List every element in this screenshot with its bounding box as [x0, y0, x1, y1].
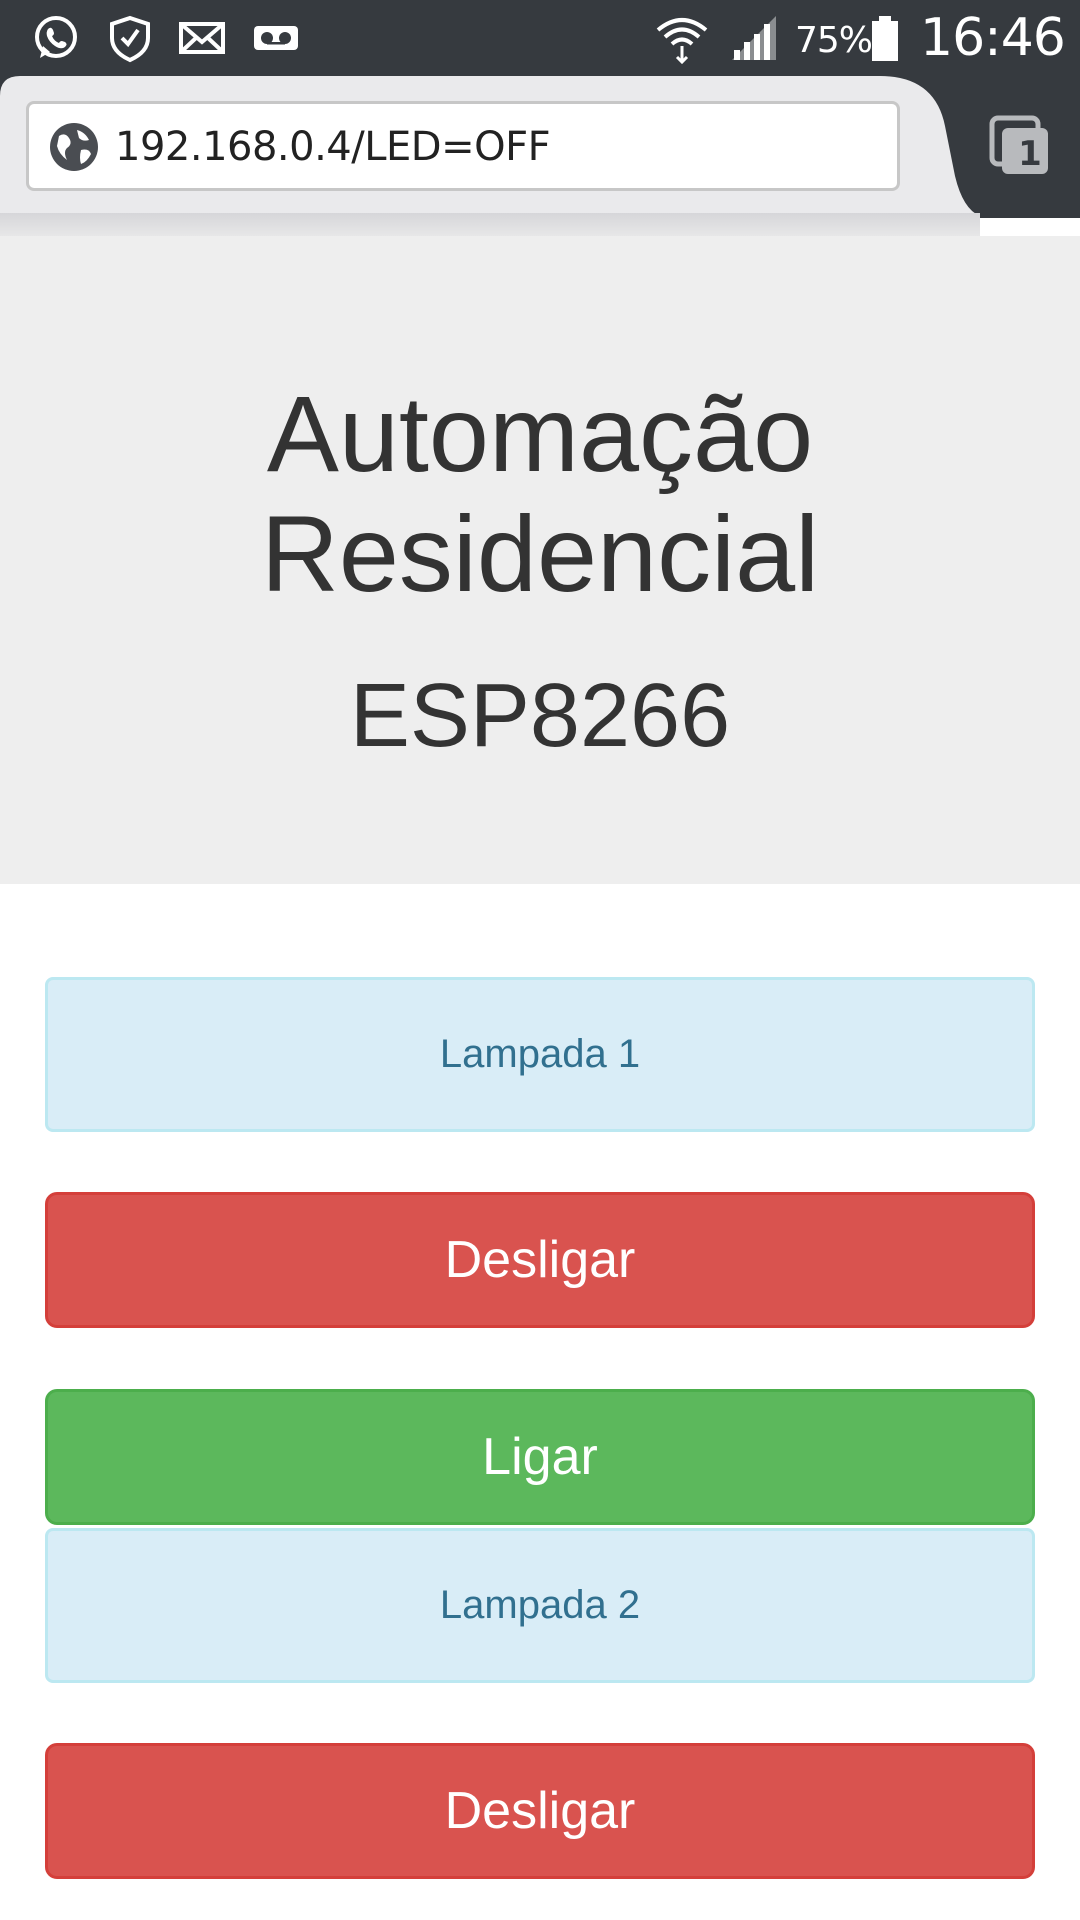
mail-icon	[179, 22, 225, 54]
shield-icon	[110, 15, 150, 63]
wifi-icon	[656, 18, 708, 64]
voicemail-icon	[254, 26, 298, 50]
tab-switcher-button[interactable]: 1	[988, 114, 1052, 178]
status-bar: 75% 16:46	[0, 0, 1080, 76]
url-bar[interactable]: 192.168.0.4/LED=OFF	[26, 101, 900, 191]
page-title: Automação Residencial	[0, 374, 1080, 614]
url-text: 192.168.0.4/LED=OFF	[115, 124, 551, 170]
section-label-lampada-1: Lampada 1	[45, 977, 1035, 1132]
page-subtitle: ESP8266	[349, 666, 731, 766]
section-label-lampada-2: Lampada 2	[45, 1528, 1035, 1683]
clock: 16:46	[920, 8, 1066, 68]
lampada-1-off-button[interactable]: Desligar	[45, 1192, 1035, 1328]
signal-icon	[732, 16, 776, 60]
header-jumbotron: Automação Residencial ESP8266	[0, 236, 1080, 884]
tab-count: 1	[1018, 134, 1042, 174]
title-line-2: Residencial	[260, 493, 820, 614]
globe-icon	[50, 123, 98, 171]
battery-icon	[872, 16, 898, 61]
lampada-2-off-button[interactable]: Desligar	[45, 1743, 1035, 1879]
battery-percent: 75%	[795, 20, 873, 61]
lampada-1-on-button[interactable]: Ligar	[45, 1389, 1035, 1525]
whatsapp-icon	[35, 16, 77, 58]
title-line-1: Automação	[266, 373, 814, 494]
